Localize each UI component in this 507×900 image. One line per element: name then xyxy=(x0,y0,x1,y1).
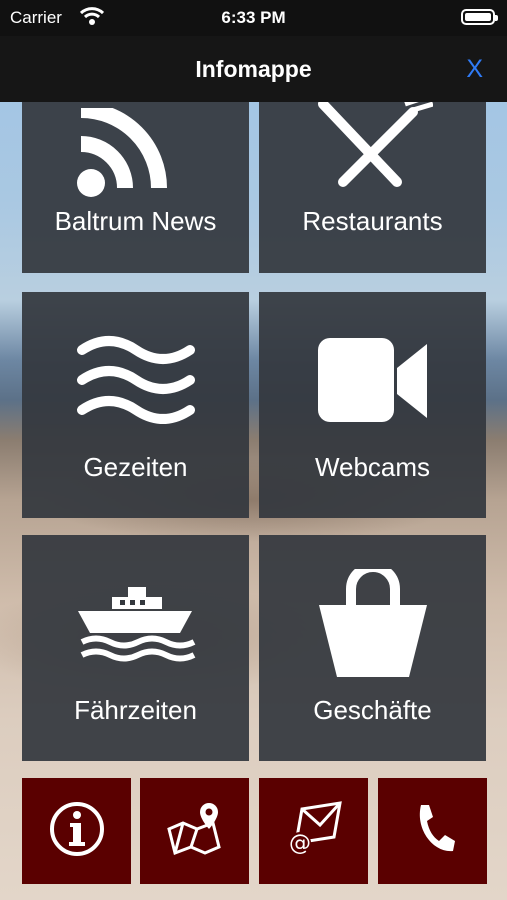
tile-geschaefte[interactable]: Geschäfte xyxy=(259,535,486,761)
status-time: 6:33 PM xyxy=(221,8,286,27)
status-bar: Carrier 6:33 PM xyxy=(0,0,507,36)
tile-baltrum-news[interactable]: Baltrum News xyxy=(22,102,249,273)
tile-label: Fährzeiten xyxy=(74,695,197,725)
video-camera-icon xyxy=(259,338,486,428)
phone-icon xyxy=(403,799,463,864)
tile-label: Webcams xyxy=(314,452,431,482)
fork-knife-icon xyxy=(259,102,486,192)
rss-icon xyxy=(22,108,249,198)
phone-button[interactable] xyxy=(378,778,487,884)
email-icon: @ xyxy=(284,799,344,864)
tile-webcams[interactable]: Webcams xyxy=(259,292,486,518)
map-icon xyxy=(165,799,225,864)
shopping-bag-icon xyxy=(259,569,486,679)
ferry-icon xyxy=(22,585,249,665)
tile-label: Gezeiten xyxy=(83,452,188,482)
tile-label: Geschäfte xyxy=(313,695,432,725)
info-icon xyxy=(47,799,107,864)
page-title: Infomappe xyxy=(195,56,312,82)
map-button[interactable] xyxy=(140,778,249,884)
tile-gezeiten[interactable]: Gezeiten xyxy=(22,292,249,518)
svg-text:@: @ xyxy=(289,831,311,856)
waves-icon xyxy=(22,334,249,424)
tile-faehrzeiten[interactable]: Fährzeiten xyxy=(22,535,249,761)
nav-bar: Infomappe X xyxy=(0,36,507,102)
tile-restaurants[interactable]: Restaurants xyxy=(259,102,486,273)
tile-label: Restaurants xyxy=(302,206,443,236)
close-button[interactable]: X xyxy=(466,55,483,84)
info-button[interactable] xyxy=(22,778,131,884)
battery-icon xyxy=(461,9,498,25)
tile-label: Baltrum News xyxy=(54,206,217,236)
email-button[interactable]: @ xyxy=(259,778,368,884)
